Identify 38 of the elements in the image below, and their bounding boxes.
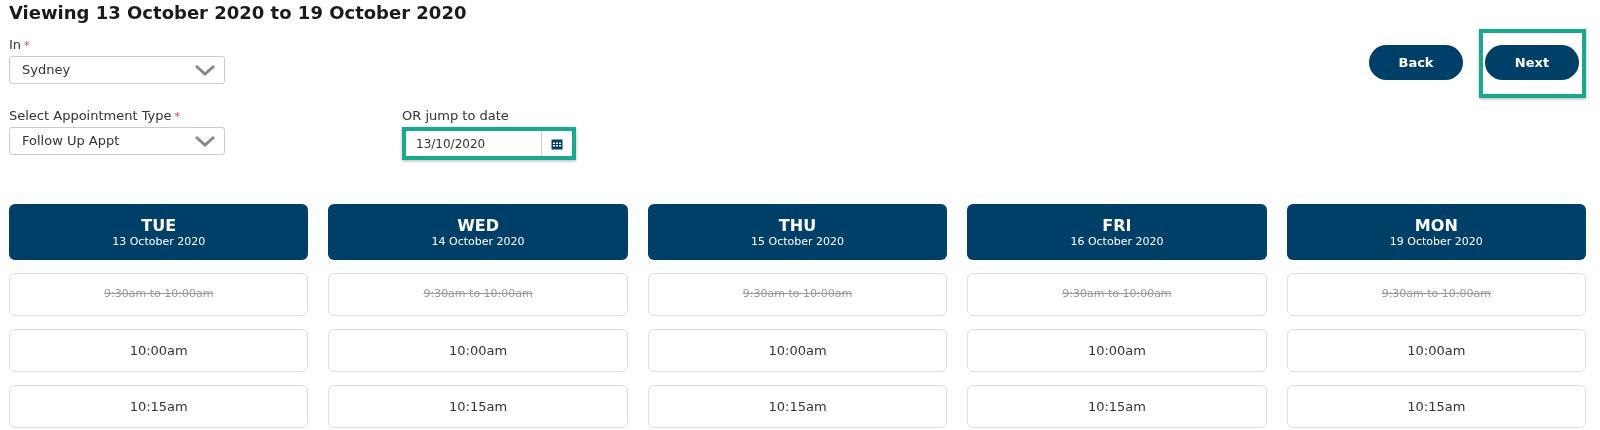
- time-slot[interactable]: 10:00am: [647, 329, 948, 372]
- unavailable-time-slot: 9:30am to 10:00am: [967, 273, 1267, 316]
- required-marker: *: [24, 39, 30, 52]
- unavailable-time-slot: 9:30am to 10:00am: [647, 273, 948, 316]
- day-name: MON: [1414, 215, 1458, 235]
- field-label: OR jump to date: [402, 108, 509, 124]
- time-slot[interactable]: 10:15am: [967, 385, 1267, 428]
- time-slot[interactable]: 10:15am: [328, 385, 628, 428]
- time-slot[interactable]: 10:15am: [1286, 385, 1587, 428]
- day-name: THU: [778, 215, 817, 235]
- time-slot[interactable]: 10:15am: [647, 385, 948, 428]
- day-date: 13 October 2020: [112, 234, 206, 249]
- select-field[interactable]: Sydney: [9, 56, 225, 84]
- chevron-down-icon: [194, 64, 216, 76]
- time-slot[interactable]: 10:00am: [328, 329, 628, 372]
- time-slot[interactable]: 10:00am: [9, 329, 309, 372]
- day-date: 16 October 2020: [1070, 234, 1164, 249]
- field-label: Select Appointment Type: [9, 108, 172, 124]
- chevron-down-icon: [194, 135, 216, 147]
- required-marker: *: [174, 110, 181, 123]
- unavailable-time-slot: 9:30am to 10:00am: [9, 273, 309, 316]
- time-slot[interactable]: 10:00am: [1286, 329, 1587, 372]
- page-title: Viewing 13 October 2020 to 19 October 2020: [9, 2, 468, 24]
- time-slot[interactable]: 10:00am: [967, 329, 1267, 372]
- unavailable-time-slot: 9:30am to 10:00am: [328, 273, 628, 316]
- day-name: FRI: [1102, 215, 1132, 235]
- nav-button[interactable]: Next: [1485, 45, 1579, 80]
- day-date: 15 October 2020: [751, 234, 844, 249]
- select-field[interactable]: Follow Up Appt: [9, 127, 225, 155]
- time-slot[interactable]: 10:15am: [9, 385, 309, 428]
- nav-button[interactable]: Back: [1369, 45, 1463, 80]
- day-name: WED: [457, 215, 500, 235]
- day-date: 14 October 2020: [431, 234, 525, 249]
- field-label: In: [9, 37, 22, 53]
- unavailable-time-slot: 9:30am to 10:00am: [1286, 273, 1587, 316]
- day-name: TUE: [141, 215, 177, 235]
- date-field[interactable]: 13/10/2020: [406, 131, 572, 156]
- day-date: 19 October 2020: [1389, 234, 1483, 249]
